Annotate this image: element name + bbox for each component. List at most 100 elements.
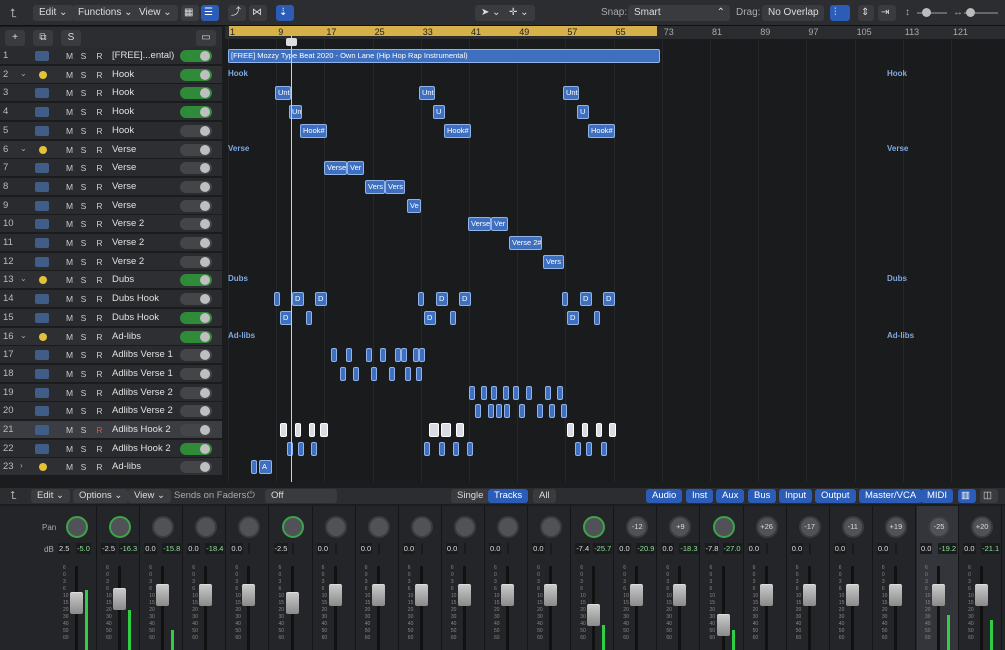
edit-menu[interactable]: Edit ⌄	[33, 5, 74, 21]
volume-fader[interactable]	[414, 584, 428, 606]
audio-region[interactable]	[596, 423, 602, 437]
record-button[interactable]: R	[94, 144, 105, 156]
audio-region[interactable]	[371, 366, 377, 381]
playhead-handle-icon[interactable]	[286, 38, 297, 46]
audio-region[interactable]	[503, 385, 509, 400]
mute-button[interactable]: M	[64, 87, 75, 99]
record-button[interactable]: R	[94, 162, 105, 174]
audio-region[interactable]	[537, 404, 543, 419]
audio-region[interactable]	[504, 404, 510, 419]
audio-region[interactable]	[405, 366, 411, 381]
track-name[interactable]: Verse 2	[112, 256, 144, 267]
mixer-options-menu[interactable]: Options ⌄	[73, 489, 129, 503]
volume-value[interactable]: 0.0	[618, 543, 631, 554]
track-header-23[interactable]: 23 › M S R Ad-libs	[0, 458, 222, 477]
disclosure-open-icon[interactable]: ⌄	[20, 331, 27, 340]
audio-region[interactable]	[586, 441, 592, 456]
track-header-20[interactable]: 20 M S R Adlibs Verse 2	[0, 402, 222, 421]
solo-button[interactable]: S	[78, 424, 89, 436]
track-header-1[interactable]: 1 M S R [FREE]...ental)	[0, 47, 222, 65]
pan-knob[interactable]	[238, 516, 261, 538]
disclosure-open-icon[interactable]: ⌄	[20, 274, 27, 283]
audio-region[interactable]	[481, 385, 487, 400]
record-button[interactable]: R	[94, 461, 105, 473]
functions-menu[interactable]: Functions ⌄	[72, 5, 139, 21]
solo-button[interactable]: S	[78, 274, 89, 286]
audio-region[interactable]: D	[580, 292, 592, 307]
track-name[interactable]: Adlibs Hook 2	[112, 424, 171, 435]
audio-region[interactable]	[439, 441, 445, 456]
track-on-toggle[interactable]	[180, 68, 212, 81]
playhead[interactable]	[291, 36, 292, 482]
volume-value[interactable]: -7.4	[575, 543, 591, 554]
audio-region[interactable]: A	[259, 460, 272, 475]
volume-value[interactable]: 0.0	[187, 543, 200, 554]
filter-bus-button[interactable]: Bus	[748, 489, 777, 503]
solo-button[interactable]: S	[78, 256, 89, 268]
volume-value[interactable]: -2.5	[101, 543, 117, 554]
track-name[interactable]: Dubs Hook	[112, 312, 159, 323]
volume-fader[interactable]	[328, 584, 342, 606]
volume-fader[interactable]	[156, 584, 170, 606]
audio-region[interactable]	[609, 423, 616, 437]
volume-value[interactable]: 0.0	[747, 543, 761, 554]
solo-button[interactable]: S	[78, 237, 89, 249]
track-on-toggle[interactable]	[180, 237, 212, 249]
solo-button[interactable]: S	[78, 405, 89, 417]
solo-button[interactable]: S	[78, 125, 89, 137]
audio-region[interactable]	[419, 348, 425, 363]
track-on-toggle[interactable]	[180, 180, 212, 193]
track-name[interactable]: Adlibs Verse 2	[112, 387, 173, 398]
track-header-22[interactable]: 22 M S R Adlibs Hook 2	[0, 439, 222, 458]
mute-button[interactable]: M	[64, 368, 75, 380]
record-button[interactable]: R	[94, 237, 105, 249]
record-button[interactable]: R	[94, 69, 105, 81]
solo-button[interactable]: S	[78, 368, 89, 380]
audio-region[interactable]	[475, 404, 481, 419]
track-on-toggle[interactable]	[180, 386, 212, 399]
duplicate-track-icon[interactable]: ⧉	[33, 30, 53, 46]
audio-region[interactable]	[401, 348, 407, 363]
track-name[interactable]: Ad-libs	[112, 461, 141, 472]
track-header-5[interactable]: 5 M S R Hook	[0, 121, 222, 140]
track-name[interactable]: [FREE]...ental)	[112, 50, 174, 61]
track-on-toggle[interactable]	[180, 461, 212, 474]
audio-region[interactable]	[467, 441, 473, 456]
volume-fader[interactable]	[501, 584, 514, 606]
solo-button[interactable]: S	[78, 461, 89, 473]
drag-select[interactable]: No Overlap	[762, 5, 824, 21]
automation-icon[interactable]: ⤴	[228, 5, 246, 21]
solo-button[interactable]: S	[78, 144, 89, 156]
disclosure-open-icon[interactable]: ⌄	[20, 69, 27, 78]
mute-button[interactable]: M	[64, 69, 75, 81]
pan-knob[interactable]	[540, 516, 563, 538]
audio-region[interactable]	[424, 441, 430, 456]
pan-knob[interactable]	[497, 516, 519, 538]
record-button[interactable]: R	[94, 424, 105, 436]
mute-button[interactable]: M	[64, 331, 75, 343]
track-on-toggle[interactable]	[180, 162, 212, 175]
track-on-toggle[interactable]	[180, 124, 212, 137]
audio-region[interactable]: [FREE] Mozzy Type Beat 2020 - Own Lane (…	[228, 49, 660, 63]
track-header-14[interactable]: 14 M S R Dubs Hook	[0, 290, 222, 309]
audio-region[interactable]: Unt	[275, 86, 291, 101]
track-name[interactable]: Verse	[112, 162, 136, 173]
volume-fader[interactable]	[70, 592, 83, 614]
mute-button[interactable]: M	[64, 349, 75, 361]
volume-value[interactable]: 0.0	[833, 543, 847, 554]
audio-region[interactable]	[280, 423, 287, 437]
audio-region[interactable]	[251, 460, 257, 475]
view-menu[interactable]: View ⌄	[133, 5, 178, 21]
volume-fader[interactable]	[199, 584, 213, 606]
volume-value[interactable]: 0.0	[876, 543, 890, 554]
audio-region[interactable]	[557, 385, 563, 400]
pan-knob[interactable]: -17	[798, 516, 821, 538]
mute-button[interactable]: M	[64, 144, 75, 156]
mute-button[interactable]: M	[64, 387, 75, 399]
solo-button[interactable]: S	[78, 69, 89, 81]
track-name[interactable]: Hook	[112, 106, 134, 117]
mute-button[interactable]: M	[64, 443, 75, 455]
track-name[interactable]: Verse	[112, 144, 136, 155]
crosshair-tool-icon[interactable]: ✛ ⌄	[503, 5, 535, 21]
audio-region[interactable]: Ver	[347, 161, 364, 176]
